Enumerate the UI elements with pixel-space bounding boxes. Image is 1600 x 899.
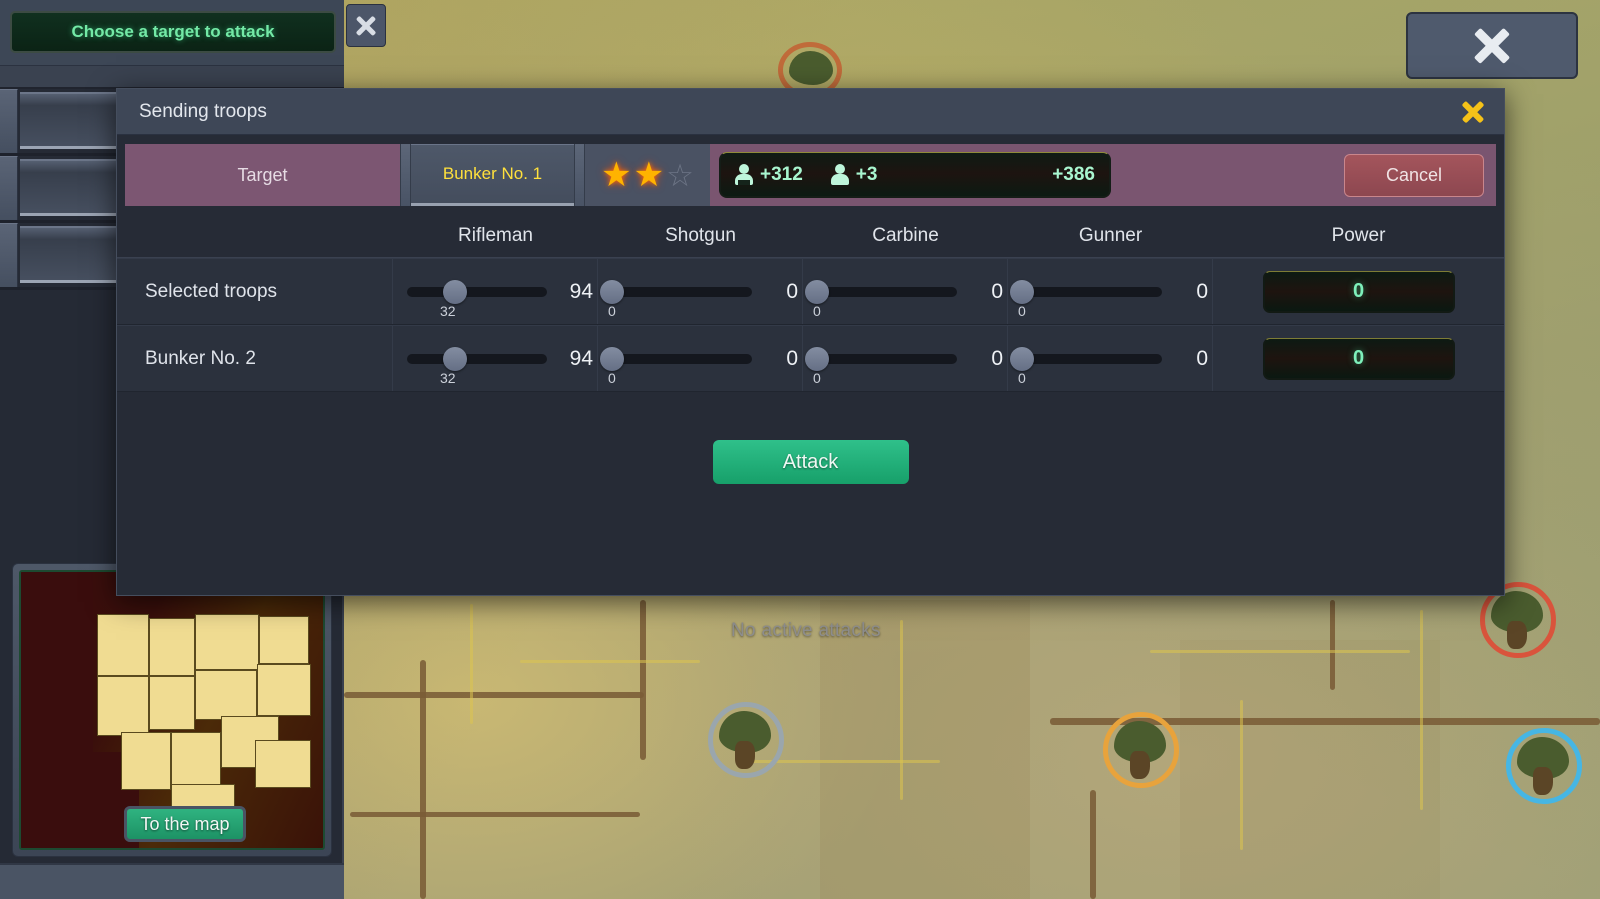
carbine-slider-cell[interactable]: 0 0 [803, 259, 1008, 324]
slider-knob[interactable] [1010, 346, 1034, 371]
shotgun-min: 0 [608, 370, 616, 386]
selected-bunker-tab[interactable]: Bunker No. 1 [411, 144, 574, 206]
star-filled-icon: ★ [601, 156, 632, 194]
carbine-slider[interactable] [805, 279, 957, 304]
officers-value: +3 [855, 163, 878, 185]
dialog-target-strip: Target Bunker No. 1 ★ ★ ☆ +312 +3 +386 C… [125, 144, 1496, 206]
gunner-slider-cell[interactable]: 0 0 [1008, 326, 1213, 391]
power-value: 0 [1262, 337, 1455, 380]
close-icon [354, 14, 378, 38]
row-grip [0, 156, 18, 220]
rifleman-min: 32 [440, 370, 456, 386]
slider-knob[interactable] [600, 346, 624, 371]
troops-value: +312 [760, 163, 803, 185]
shotgun-value: 0 [786, 346, 798, 370]
column-header-rifleman: Rifleman [458, 224, 533, 246]
carbine-min: 0 [813, 370, 821, 386]
carbine-value: 0 [991, 279, 1003, 303]
power-cell: 0 [1213, 259, 1504, 324]
power-cell: 0 [1213, 326, 1504, 391]
dialog-title-bar: Sending troops [117, 89, 1504, 135]
carbine-value: 0 [991, 346, 1003, 370]
slider-knob[interactable] [805, 279, 829, 304]
table-header-row: Rifleman Shotgun Carbine Gunner Power [117, 214, 1504, 258]
rifleman-slider[interactable] [407, 346, 547, 371]
slider-knob[interactable] [805, 346, 829, 371]
game-screen: No active attacks Choose a target to att… [0, 0, 1600, 899]
panel-footer [0, 863, 344, 899]
column-header-shotgun: Shotgun [665, 224, 736, 246]
shotgun-slider-cell[interactable]: 0 0 [598, 326, 803, 391]
rifleman-value: 94 [569, 346, 593, 370]
carbine-slider[interactable] [805, 346, 957, 371]
reinforcement-stats: +312 +3 +386 [710, 144, 1344, 206]
gunner-slider-cell[interactable]: 0 0 [1008, 259, 1213, 324]
dialog-footer: Attack [117, 392, 1504, 547]
stats-box: +312 +3 +386 [719, 152, 1111, 198]
shotgun-slider-cell[interactable]: 0 0 [598, 259, 803, 324]
carbine-slider-cell[interactable]: 0 0 [803, 326, 1008, 391]
close-icon [1471, 25, 1513, 67]
carbine-min: 0 [813, 303, 821, 319]
map-bunker-node[interactable] [708, 702, 784, 778]
column-header-power: Power [1331, 224, 1386, 246]
gunner-value: 0 [1196, 279, 1208, 303]
close-window-button[interactable] [1406, 12, 1578, 79]
rifleman-value: 94 [569, 279, 593, 303]
rifleman-min: 32 [440, 303, 456, 319]
gunner-slider[interactable] [1010, 346, 1162, 371]
map-bunker-node[interactable] [1506, 728, 1582, 804]
rifleman-slider-cell[interactable]: 94 32 [393, 326, 598, 391]
to-the-map-button[interactable]: To the map [124, 806, 246, 842]
person-icon [830, 164, 849, 185]
column-header-carbine: Carbine [872, 224, 939, 246]
minimap[interactable]: To the map [19, 570, 325, 850]
star-empty-icon: ☆ [666, 157, 694, 193]
panel-subheader [0, 66, 344, 89]
row-label: Bunker No. 2 [117, 326, 393, 391]
table-row: Bunker No. 2 94 32 0 0 0 0 0 0 0 [117, 325, 1504, 392]
soldier-icon [735, 164, 753, 185]
row-grip [0, 89, 18, 153]
gunner-min: 0 [1018, 370, 1026, 386]
panel-close-button[interactable] [346, 4, 386, 47]
map-status-text: No active attacks [731, 620, 881, 641]
cancel-wrapper: Cancel [1344, 144, 1496, 206]
strip-grip [400, 144, 411, 206]
slider-knob[interactable] [442, 279, 467, 304]
row-label: Selected troops [117, 259, 393, 324]
strip-grip [574, 144, 585, 206]
rifleman-slider[interactable] [407, 279, 547, 304]
shotgun-value: 0 [786, 279, 798, 303]
gunner-min: 0 [1018, 303, 1026, 319]
target-label: Target [125, 144, 400, 206]
close-icon [1460, 99, 1486, 125]
sending-troops-dialog: Sending troops Target Bunker No. 1 ★ ★ ☆ [116, 88, 1505, 596]
slider-knob[interactable] [442, 346, 467, 371]
row-grip [0, 223, 18, 287]
dialog-close-button[interactable] [1460, 99, 1486, 125]
shotgun-slider[interactable] [600, 279, 752, 304]
cancel-button[interactable]: Cancel [1344, 153, 1484, 197]
gunner-slider[interactable] [1010, 279, 1162, 304]
dialog-title: Sending troops [139, 100, 267, 122]
choose-target-button[interactable]: Choose a target to attack [10, 11, 336, 53]
minimap-container[interactable]: To the map [12, 563, 332, 857]
shotgun-slider[interactable] [600, 346, 752, 371]
column-header-gunner: Gunner [1078, 224, 1143, 246]
total-value: +386 [1052, 163, 1095, 185]
troops-table: Rifleman Shotgun Carbine Gunner Power Se… [117, 214, 1504, 392]
slider-knob[interactable] [1010, 279, 1034, 304]
slider-knob[interactable] [600, 279, 624, 304]
rifleman-slider-cell[interactable]: 94 32 [393, 259, 598, 324]
star-filled-icon: ★ [633, 156, 665, 194]
power-value: 0 [1262, 270, 1455, 313]
map-bunker-node[interactable] [1103, 712, 1179, 788]
bunker-rating: ★ ★ ☆ [585, 144, 710, 206]
gunner-value: 0 [1196, 346, 1208, 370]
shotgun-min: 0 [608, 303, 616, 319]
attack-button[interactable]: Attack [712, 440, 909, 484]
table-row: Selected troops 94 32 0 0 0 0 0 0 0 [117, 258, 1504, 325]
column-header-name [117, 214, 393, 257]
